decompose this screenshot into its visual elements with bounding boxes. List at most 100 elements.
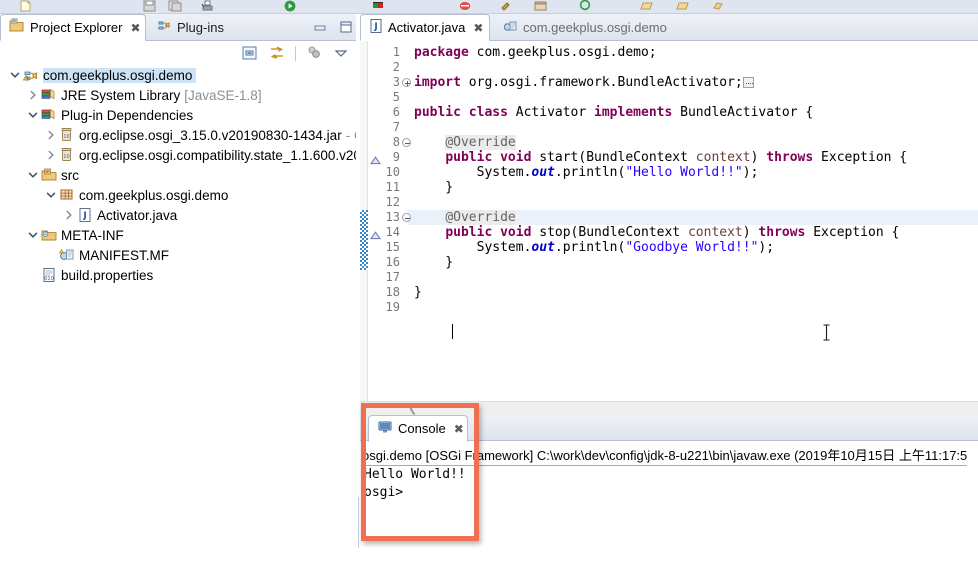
close-icon[interactable]: ✖ (473, 21, 483, 35)
code-token: com.geekplus.osgi.demo; (468, 45, 657, 60)
code-token: "Hello World!!" (625, 165, 743, 180)
tab-console[interactable]: Console ✖ (368, 415, 468, 442)
fold-collapse-icon[interactable] (402, 138, 411, 147)
tree-item-suffix: [JavaSE-1.8] (184, 87, 262, 103)
link-with-editor-icon[interactable] (268, 44, 286, 62)
save-all-icon[interactable] (168, 0, 184, 12)
fold-collapse-icon[interactable] (402, 213, 411, 222)
tree-item-manifest-mf[interactable]: MANIFEST.MF (0, 245, 358, 265)
new-file-icon[interactable] (18, 0, 34, 12)
code-token: context (695, 150, 751, 165)
chevron-down-icon[interactable] (26, 105, 40, 125)
search-icon[interactable] (578, 0, 594, 12)
code-line: import org.osgi.framework.BundleActivato… (414, 75, 754, 90)
close-icon[interactable]: ✖ (454, 422, 464, 436)
chevron-down-icon[interactable] (8, 65, 22, 85)
tree-item-com-geekplus-osgi-demo[interactable]: com.geekplus.osgi.demo (0, 185, 358, 205)
tree-item-build-properties[interactable]: 010 build.properties (0, 265, 358, 285)
properties-file-icon: 010 (40, 266, 58, 284)
fold-expand-icon[interactable] (402, 78, 411, 87)
chevron-right-icon[interactable] (62, 205, 76, 225)
tree-item-jre-system-library[interactable]: JRE System Library [JavaSE-1.8] (0, 85, 358, 105)
svg-text:010: 010 (44, 276, 54, 282)
next-annotation-icon[interactable] (711, 0, 727, 12)
line-number: 2 (392, 60, 400, 74)
tree-item-label: Activator.java (97, 207, 178, 223)
jar-icon: 10 (58, 126, 76, 144)
code-text[interactable]: package com.geekplus.osgi.demo; import or… (414, 41, 978, 401)
code-token: } (414, 285, 422, 300)
code-token: org.osgi.framework.BundleActivator; (460, 75, 743, 90)
editor-tabbar: J Activator.java ✖ com.geekplus.osgi.dem… (360, 14, 978, 41)
plugin-project-icon: ! (22, 66, 40, 84)
save-icon[interactable] (142, 0, 158, 12)
print-icon[interactable] (200, 0, 216, 12)
chevron-right-icon[interactable] (26, 85, 40, 105)
chevron-down-icon[interactable] (26, 165, 40, 185)
code-editor[interactable]: 1 2 3 5 6 7 8 9 10 11 12 13 14 15 16 17 18 19 package com… (360, 41, 978, 401)
tree-item-org-eclipse-osgi-3-15-0-v20190830-1434-jar[interactable]: 10 org.eclipse.osgi_3.15.0.v20190830-1434… (0, 125, 358, 145)
code-token: Exception { (813, 150, 908, 165)
tree-item-label: org.eclipse.osgi.compatibility.state_1.1… (79, 147, 359, 163)
external-tools-icon[interactable] (498, 0, 514, 12)
line-number: 19 (385, 300, 400, 314)
main-toolbar[interactable] (0, 0, 978, 14)
console-process-header: osgi.demo [OSGi Framework] C:\work\dev\c… (362, 445, 968, 466)
minimize-button[interactable] (312, 19, 328, 35)
console-output: Hello World!! osgi> (364, 467, 466, 500)
tree-item-plug-in-dependencies[interactable]: Plug-in Dependencies (0, 105, 358, 125)
override-method-marker-icon (370, 228, 381, 240)
run-icon[interactable] (283, 0, 299, 12)
tree-item-activator-java[interactable]: J Activator.java (0, 205, 358, 225)
code-token: .println( (554, 240, 626, 255)
tree-item-label: src (61, 167, 79, 183)
scroll-left-arrow[interactable]: ❮ (408, 403, 417, 414)
view-menu-icon[interactable] (332, 44, 350, 62)
svg-text:10: 10 (63, 134, 69, 140)
chevron-down-icon[interactable] (44, 185, 58, 205)
svg-text:J: J (373, 22, 377, 32)
tab-activator-java[interactable]: J Activator.java ✖ (360, 14, 490, 41)
folded-import-icon[interactable] (742, 77, 754, 88)
project-tree[interactable]: ! com.geekplus.osgi.demo JRE System Librar… (0, 65, 359, 548)
code-token: ) (742, 225, 759, 240)
code-token: @Override (445, 210, 516, 225)
editor-horizontal-scrollbar[interactable] (360, 401, 978, 415)
open-type-icon[interactable] (639, 0, 655, 12)
left-view-tabbar: Project Explorer ✖ Plug-ins (0, 14, 360, 41)
tree-item-org-eclipse-osgi-compatibility-state-1-1-600-v2019[interactable]: 10 org.eclipse.osgi.compatibility.state_1… (0, 145, 358, 165)
code-token: BundleActivator { (672, 105, 814, 120)
tab-manifest-editor[interactable]: com.geekplus.osgi.demo (494, 14, 684, 41)
tree-item-meta-inf[interactable]: META-INF (0, 225, 358, 245)
override-method-marker-icon (370, 153, 381, 165)
plugins-icon (156, 18, 172, 37)
stop-icon[interactable] (457, 0, 473, 12)
change-ruler (360, 41, 368, 401)
close-icon[interactable]: ✖ (130, 21, 140, 35)
svg-text:J: J (82, 211, 86, 221)
code-token: @Override (445, 135, 516, 150)
library-icon (40, 106, 58, 124)
chevron-down-icon[interactable] (26, 225, 40, 245)
left-panel-buttons (312, 19, 354, 35)
tree-item-src[interactable]: src (0, 165, 358, 185)
maximize-button[interactable] (338, 19, 354, 35)
debug-icon[interactable] (370, 0, 386, 12)
chevron-right-icon[interactable] (44, 125, 58, 145)
tree-item-com-geekplus-osgi-demo[interactable]: ! com.geekplus.osgi.demo (0, 65, 358, 85)
line-number: 6 (392, 105, 400, 119)
code-token: out (531, 165, 555, 180)
code-token: out (531, 240, 555, 255)
tab-project-explorer[interactable]: Project Explorer ✖ (0, 14, 146, 41)
new-java-project-icon[interactable] (533, 0, 549, 12)
collapse-all-icon[interactable] (241, 44, 259, 62)
chevron-right-icon[interactable] (44, 145, 58, 165)
tab-plug-ins[interactable]: Plug-ins (148, 14, 258, 41)
open-resource-icon[interactable] (675, 0, 691, 12)
focus-on-active-task-icon[interactable] (305, 44, 323, 62)
